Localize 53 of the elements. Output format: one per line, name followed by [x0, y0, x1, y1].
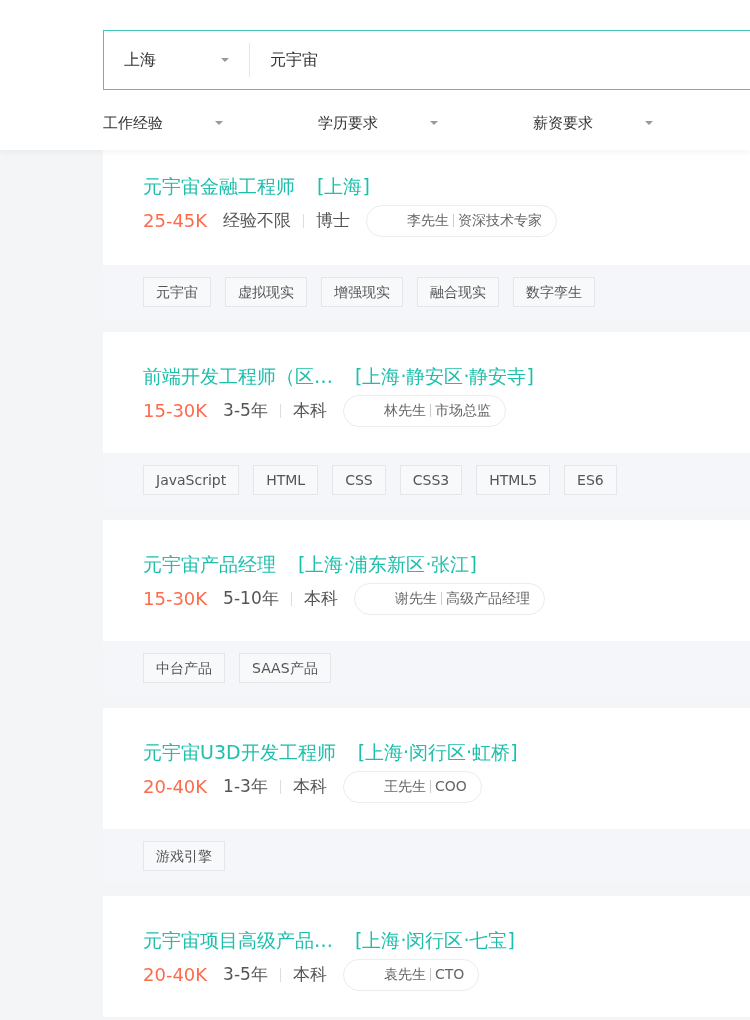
- city-dropdown[interactable]: 上海: [104, 31, 249, 89]
- salary: 15-30K: [143, 399, 208, 423]
- education: 本科: [292, 962, 327, 986]
- caret-icon: [221, 58, 229, 62]
- experience: 1-3年: [223, 774, 268, 798]
- skill-tag: 数字孪生: [513, 277, 595, 307]
- recruiter-name: 林先生: [383, 401, 426, 420]
- caret-icon: [215, 121, 223, 126]
- experience: 3-5年: [223, 962, 268, 986]
- skill-tag: HTML: [253, 465, 319, 495]
- search-field[interactable]: 上海 元宇宙: [103, 30, 750, 90]
- filter-dropdown[interactable]: 学历要求: [318, 112, 533, 135]
- recruiter-title: COO: [434, 777, 467, 796]
- filter-dropdown[interactable]: 薪资要求: [533, 112, 748, 135]
- recruiter-title: CTO: [434, 965, 465, 984]
- job-location: [上海·浦东新区·张江]: [298, 552, 477, 577]
- experience: 3-5年: [223, 398, 268, 422]
- skill-tag: 增强现实: [321, 277, 403, 307]
- recruiter-name: 谢先生: [394, 589, 437, 608]
- filter-dropdown[interactable]: 工作经验: [103, 112, 318, 135]
- recruiter-name: 袁先生: [383, 965, 426, 984]
- job-location: [上海·静安区·静安寺]: [355, 364, 534, 389]
- education: 博士: [316, 208, 351, 232]
- recruiter-title: 高级产品经理: [445, 589, 530, 608]
- experience: 5-10年: [223, 586, 279, 610]
- salary: 15-30K: [143, 587, 208, 611]
- skill-tag: JavaScript: [143, 465, 240, 495]
- skill-tag: 中台产品: [143, 653, 225, 683]
- job-location: [上海·闵行区·七宝]: [355, 928, 515, 953]
- salary: 20-40K: [143, 775, 208, 799]
- skill-tag: SAAS产品: [239, 653, 331, 683]
- recruiter-title: 市场总监: [434, 401, 491, 420]
- recruiter-name: 李先生: [407, 211, 450, 230]
- skill-tag: HTML5: [476, 465, 551, 495]
- job-location: [上海]: [317, 174, 370, 199]
- skill-tag: CSS: [332, 465, 386, 495]
- skill-tag: 融合现实: [417, 277, 499, 307]
- experience: 经验不限: [223, 208, 292, 232]
- education: 本科: [292, 398, 327, 422]
- job-location: [上海·闵行区·虹桥]: [357, 740, 518, 765]
- education: 本科: [303, 586, 338, 610]
- caret-icon: [645, 121, 653, 126]
- skill-tag: ES6: [564, 465, 617, 495]
- recruiter-name: 王先生: [383, 777, 426, 796]
- education: 本科: [292, 774, 327, 798]
- skill-tag: CSS3: [399, 465, 463, 495]
- salary: 20-40K: [143, 963, 208, 987]
- recruiter-title: 资深技术专家: [458, 211, 543, 230]
- salary: 25-45K: [143, 209, 208, 233]
- caret-icon: [430, 121, 438, 126]
- skill-tag: 虚拟现实: [225, 277, 307, 307]
- skill-tag: 游戏引擎: [143, 841, 225, 871]
- skill-tag: 元宇宙: [143, 277, 211, 307]
